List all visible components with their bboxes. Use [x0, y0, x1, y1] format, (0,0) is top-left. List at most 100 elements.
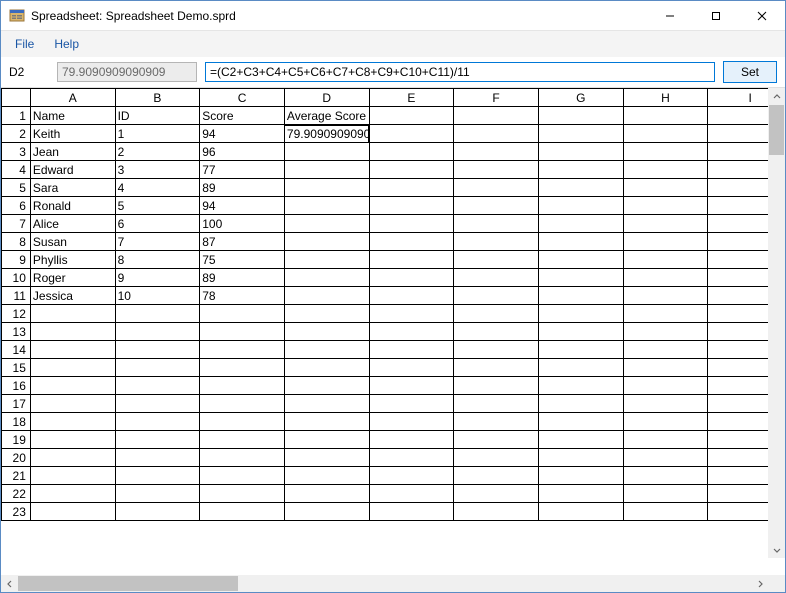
cell-G13[interactable]: [538, 323, 623, 341]
cell-G1[interactable]: [538, 107, 623, 125]
cell-D22[interactable]: [284, 485, 369, 503]
column-header-C[interactable]: C: [200, 89, 285, 107]
cell-H11[interactable]: [623, 287, 708, 305]
column-header-G[interactable]: G: [538, 89, 623, 107]
cell-B1[interactable]: ID: [115, 107, 200, 125]
cell-D7[interactable]: [284, 215, 369, 233]
row-header-2[interactable]: 2: [2, 125, 31, 143]
cell-G21[interactable]: [538, 467, 623, 485]
cell-H9[interactable]: [623, 251, 708, 269]
cell-G7[interactable]: [538, 215, 623, 233]
row-header-17[interactable]: 17: [2, 395, 31, 413]
row-header-9[interactable]: 9: [2, 251, 31, 269]
cell-C22[interactable]: [200, 485, 285, 503]
cell-G15[interactable]: [538, 359, 623, 377]
column-header-D[interactable]: D: [284, 89, 369, 107]
cell-E3[interactable]: [369, 143, 454, 161]
cell-A22[interactable]: [30, 485, 115, 503]
cell-D20[interactable]: [284, 449, 369, 467]
cell-C7[interactable]: 100: [200, 215, 285, 233]
cell-D5[interactable]: [284, 179, 369, 197]
cell-F20[interactable]: [454, 449, 539, 467]
cell-A13[interactable]: [30, 323, 115, 341]
cell-B16[interactable]: [115, 377, 200, 395]
cell-G8[interactable]: [538, 233, 623, 251]
cell-C12[interactable]: [200, 305, 285, 323]
cell-G16[interactable]: [538, 377, 623, 395]
cell-D11[interactable]: [284, 287, 369, 305]
cell-E18[interactable]: [369, 413, 454, 431]
cell-E19[interactable]: [369, 431, 454, 449]
cell-E6[interactable]: [369, 197, 454, 215]
vertical-scrollbar[interactable]: [768, 88, 785, 558]
cell-D16[interactable]: [284, 377, 369, 395]
horizontal-scroll-thumb[interactable]: [18, 576, 238, 591]
cell-D2[interactable]: 79.9090909090909: [284, 125, 369, 143]
cell-F5[interactable]: [454, 179, 539, 197]
horizontal-scroll-track[interactable]: [18, 575, 751, 592]
row-header-13[interactable]: 13: [2, 323, 31, 341]
cell-B20[interactable]: [115, 449, 200, 467]
cell-E13[interactable]: [369, 323, 454, 341]
minimize-button[interactable]: [647, 1, 693, 30]
row-header-10[interactable]: 10: [2, 269, 31, 287]
cell-A21[interactable]: [30, 467, 115, 485]
cell-H16[interactable]: [623, 377, 708, 395]
corner-cell[interactable]: [2, 89, 31, 107]
cell-C15[interactable]: [200, 359, 285, 377]
cell-D6[interactable]: [284, 197, 369, 215]
cell-G22[interactable]: [538, 485, 623, 503]
row-header-18[interactable]: 18: [2, 413, 31, 431]
cell-B5[interactable]: 4: [115, 179, 200, 197]
cell-B23[interactable]: [115, 503, 200, 521]
cell-C17[interactable]: [200, 395, 285, 413]
column-header-E[interactable]: E: [369, 89, 454, 107]
cell-F18[interactable]: [454, 413, 539, 431]
cell-H17[interactable]: [623, 395, 708, 413]
cell-G6[interactable]: [538, 197, 623, 215]
cell-H8[interactable]: [623, 233, 708, 251]
cell-D18[interactable]: [284, 413, 369, 431]
cell-E7[interactable]: [369, 215, 454, 233]
cell-E10[interactable]: [369, 269, 454, 287]
cell-A11[interactable]: Jessica: [30, 287, 115, 305]
cell-E2[interactable]: [369, 125, 454, 143]
row-header-14[interactable]: 14: [2, 341, 31, 359]
row-header-20[interactable]: 20: [2, 449, 31, 467]
column-header-H[interactable]: H: [623, 89, 708, 107]
cell-G4[interactable]: [538, 161, 623, 179]
close-button[interactable]: [739, 1, 785, 30]
cell-A19[interactable]: [30, 431, 115, 449]
cell-C11[interactable]: 78: [200, 287, 285, 305]
cell-B14[interactable]: [115, 341, 200, 359]
cell-D4[interactable]: [284, 161, 369, 179]
cell-G17[interactable]: [538, 395, 623, 413]
cell-H6[interactable]: [623, 197, 708, 215]
cell-G19[interactable]: [538, 431, 623, 449]
cell-H7[interactable]: [623, 215, 708, 233]
row-header-6[interactable]: 6: [2, 197, 31, 215]
cell-F4[interactable]: [454, 161, 539, 179]
cell-G11[interactable]: [538, 287, 623, 305]
cell-F2[interactable]: [454, 125, 539, 143]
cell-F9[interactable]: [454, 251, 539, 269]
cell-B4[interactable]: 3: [115, 161, 200, 179]
cell-C2[interactable]: 94: [200, 125, 285, 143]
cell-H19[interactable]: [623, 431, 708, 449]
menu-file[interactable]: File: [5, 31, 44, 57]
cell-F11[interactable]: [454, 287, 539, 305]
cell-E15[interactable]: [369, 359, 454, 377]
scroll-down-icon[interactable]: [768, 541, 785, 558]
row-header-7[interactable]: 7: [2, 215, 31, 233]
cell-D12[interactable]: [284, 305, 369, 323]
cell-F1[interactable]: [454, 107, 539, 125]
cell-E5[interactable]: [369, 179, 454, 197]
cell-A12[interactable]: [30, 305, 115, 323]
cell-G14[interactable]: [538, 341, 623, 359]
cell-A2[interactable]: Keith: [30, 125, 115, 143]
cell-A20[interactable]: [30, 449, 115, 467]
cell-F7[interactable]: [454, 215, 539, 233]
cell-H13[interactable]: [623, 323, 708, 341]
cell-C14[interactable]: [200, 341, 285, 359]
cell-A5[interactable]: Sara: [30, 179, 115, 197]
